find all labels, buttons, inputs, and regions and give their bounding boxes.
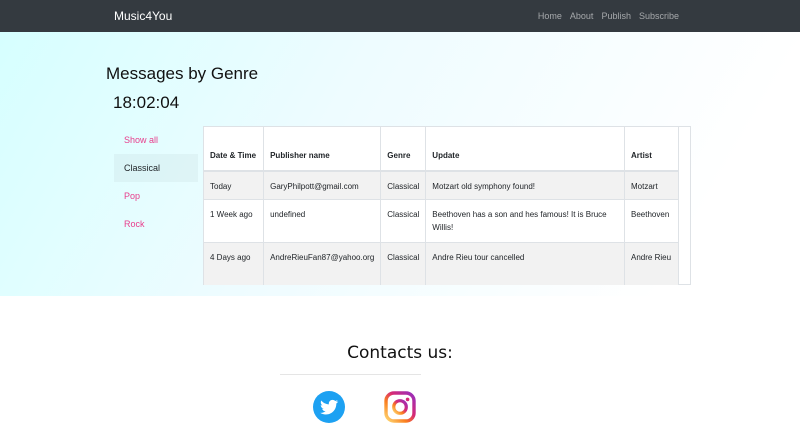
cell-date: 4 Days ago xyxy=(204,241,265,285)
cell-date: Today xyxy=(204,170,265,199)
cell-update: Motzart old symphony found! xyxy=(425,170,626,199)
cell-publisher: undefined xyxy=(263,198,382,242)
nav-links: Home About Publish Subscribe xyxy=(538,11,679,21)
cell-artist: Motzart xyxy=(624,170,679,199)
cell-genre: Classical xyxy=(380,170,427,199)
twitter-icon[interactable] xyxy=(312,390,346,424)
brand-logo-link[interactable]: Music4You xyxy=(114,9,172,23)
column-header-date: Date & Time xyxy=(204,127,265,172)
genre-pop[interactable]: Pop xyxy=(114,182,198,210)
clock: 18:02:04 xyxy=(113,93,180,112)
navbar: Music4You Home About Publish Subscribe xyxy=(0,0,800,32)
cell-publisher: GaryPhilpott@gmail.com xyxy=(263,170,382,199)
column-header-artist: Artist xyxy=(624,127,679,172)
nav-subscribe-link[interactable]: Subscribe xyxy=(639,11,679,21)
cell-genre: Classical xyxy=(380,241,427,285)
table-row: 1 Week ago undefined Classical Beethoven… xyxy=(204,198,679,242)
messages-table-container: Date & Time Publisher name Genre Update … xyxy=(203,126,691,285)
column-header-update: Update xyxy=(425,127,626,172)
page-title: Messages by Genre xyxy=(106,64,259,83)
nav-publish-link[interactable]: Publish xyxy=(601,11,631,21)
genre-rock[interactable]: Rock xyxy=(114,210,198,238)
genre-show-all[interactable]: Show all xyxy=(114,126,198,154)
cell-update: Beethoven has a son and hes famous! It i… xyxy=(425,198,626,242)
table-header-row: Date & Time Publisher name Genre Update … xyxy=(204,127,679,172)
cell-update: Andre Rieu tour cancelled xyxy=(425,241,626,285)
table-row: Today GaryPhilpott@gmail.com Classical M… xyxy=(204,170,679,199)
column-header-publisher: Publisher name xyxy=(263,127,382,172)
nav-home-link[interactable]: Home xyxy=(538,11,562,21)
genre-filter-menu: Show all Classical Pop Rock xyxy=(114,126,198,238)
messages-table: Date & Time Publisher name Genre Update … xyxy=(204,127,679,285)
table-row: 4 Days ago AndreRieuFan87@yahoo.org Clas… xyxy=(204,241,679,285)
contacts-heading: Contacts us: xyxy=(347,343,453,363)
genre-classical[interactable]: Classical xyxy=(114,154,198,182)
column-header-genre: Genre xyxy=(380,127,427,172)
instagram-icon[interactable] xyxy=(383,390,417,424)
cell-publisher: AndreRieuFan87@yahoo.org xyxy=(263,241,382,285)
cell-date: 1 Week ago xyxy=(204,198,265,242)
nav-about-link[interactable]: About xyxy=(570,11,594,21)
contacts-divider xyxy=(280,374,421,375)
cell-artist: Andre Rieu xyxy=(624,241,679,285)
cell-genre: Classical xyxy=(380,198,427,242)
cell-artist: Beethoven xyxy=(624,198,679,242)
